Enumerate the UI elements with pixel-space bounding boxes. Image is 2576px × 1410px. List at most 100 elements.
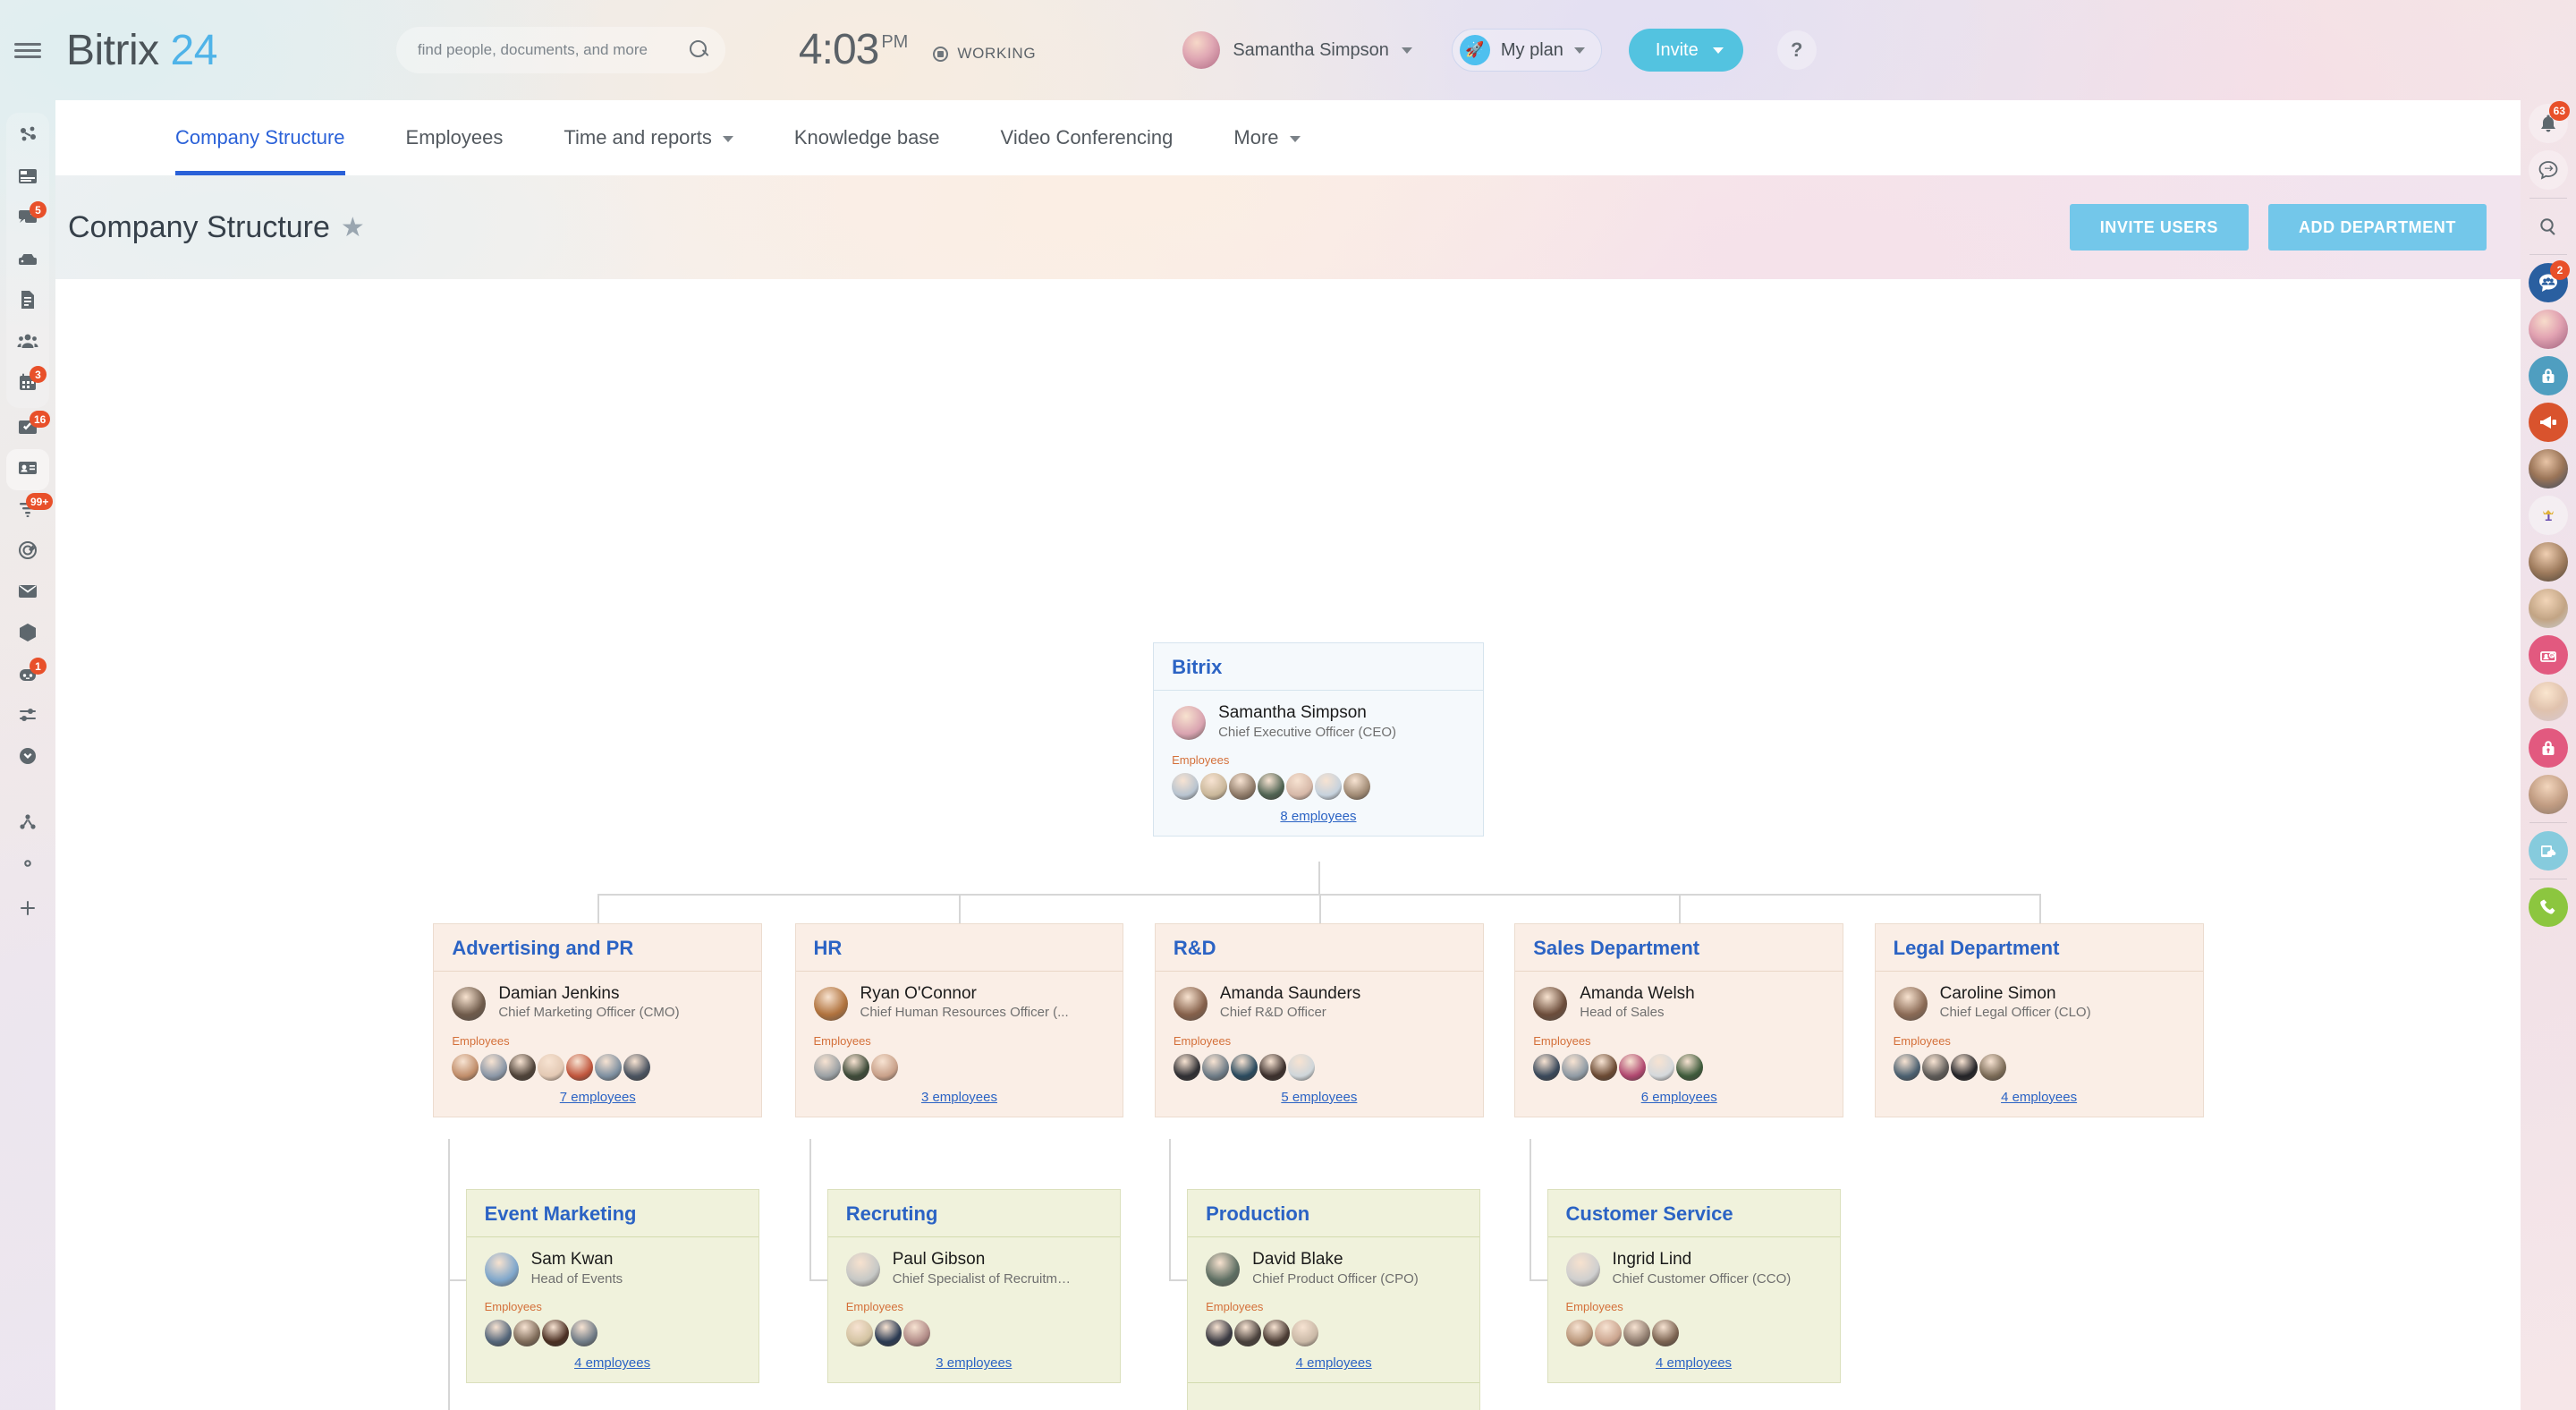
employees-count-link[interactable]: 7 employees <box>560 1090 636 1105</box>
search-input[interactable] <box>418 41 690 59</box>
avatar[interactable] <box>814 1054 841 1081</box>
avatar[interactable] <box>1206 1320 1233 1346</box>
sidebar-item-contacts[interactable] <box>6 449 49 490</box>
avatar[interactable] <box>1619 1054 1646 1081</box>
employees-count-link[interactable]: 6 employees <box>1641 1090 1717 1105</box>
star-icon[interactable]: ★ <box>341 212 365 243</box>
avatar[interactable] <box>1590 1054 1617 1081</box>
avatar[interactable] <box>542 1320 569 1346</box>
avatar[interactable] <box>480 1054 507 1081</box>
right-sidebar-item-bell[interactable]: 63 <box>2521 100 2576 147</box>
sidebar-item-tasks[interactable]: 16 <box>6 408 49 449</box>
avatar[interactable] <box>1286 773 1313 800</box>
right-sidebar-item-lock-pink[interactable] <box>2521 725 2576 771</box>
invite-users-button[interactable]: INVITE USERS <box>2070 204 2249 251</box>
avatar[interactable] <box>1263 1320 1290 1346</box>
avatar[interactable] <box>452 1054 479 1081</box>
right-sidebar-item-avatar-family[interactable] <box>2521 771 2576 818</box>
avatar[interactable] <box>1343 773 1370 800</box>
right-sidebar-item-phone[interactable] <box>2521 884 2576 930</box>
right-sidebar-item-crm[interactable] <box>2521 632 2576 678</box>
avatar[interactable] <box>509 1054 536 1081</box>
avatar[interactable] <box>1676 1054 1703 1081</box>
employees-count-link[interactable]: 3 employees <box>921 1090 997 1105</box>
chevron-down-icon[interactable] <box>1290 136 1301 142</box>
avatar[interactable] <box>1566 1320 1593 1346</box>
org-node-bitrix[interactable]: BitrixSamantha SimpsonChief Executive Of… <box>1153 642 1484 837</box>
employees-count-link[interactable]: 3 employees <box>936 1355 1012 1371</box>
right-sidebar-item-number-one[interactable]: 1 <box>2521 492 2576 539</box>
sidebar-item-target[interactable] <box>6 531 49 573</box>
org-node-customer[interactable]: Customer ServiceIngrid LindChief Custome… <box>1547 1189 1841 1383</box>
avatar[interactable] <box>846 1320 873 1346</box>
avatar[interactable] <box>1234 1320 1261 1346</box>
right-sidebar-item-search[interactable] <box>2521 203 2576 250</box>
org-node-sales[interactable]: Sales DepartmentAmanda WelshHead of Sale… <box>1514 923 1843 1117</box>
work-status[interactable]: WORKING <box>933 45 1036 63</box>
sidebar-item-mail[interactable] <box>6 573 49 614</box>
org-node-hr[interactable]: HRRyan O'ConnorChief Human Resources Off… <box>795 923 1124 1117</box>
avatar[interactable] <box>1623 1320 1650 1346</box>
sidebar-item-network[interactable] <box>6 116 49 157</box>
right-sidebar-item-avatar-man-2[interactable] <box>2521 539 2576 585</box>
sidebar-item-calendar[interactable]: 3 <box>6 363 49 404</box>
right-sidebar-item-lock[interactable] <box>2521 352 2576 399</box>
org-node-advertising[interactable]: Advertising and PRDamian JenkinsChief Ma… <box>433 923 762 1117</box>
org-node-recruiting[interactable]: RecrutingPaul GibsonChief Specialist of … <box>827 1189 1121 1383</box>
department-head[interactable]: Caroline SimonChief Legal Officer (CLO) <box>1894 984 2185 1024</box>
avatar[interactable] <box>1288 1054 1315 1081</box>
avatar[interactable] <box>1200 773 1227 800</box>
sidebar-item-chevron-down-circle[interactable] <box>6 737 49 778</box>
search-icon[interactable] <box>690 40 709 60</box>
org-node-legal[interactable]: Legal DepartmentCaroline SimonChief Lega… <box>1875 923 2204 1117</box>
avatar[interactable] <box>1533 1054 1560 1081</box>
avatar[interactable] <box>513 1320 540 1346</box>
department-head[interactable]: Samantha SimpsonChief Executive Officer … <box>1172 703 1465 743</box>
avatar[interactable] <box>1979 1054 2006 1081</box>
global-search[interactable] <box>396 27 725 73</box>
chevron-down-icon[interactable] <box>1402 47 1412 54</box>
department-head[interactable]: David BlakeChief Product Officer (CPO) <box>1206 1250 1462 1289</box>
sidebar-item-gear[interactable] <box>6 845 49 886</box>
avatar[interactable] <box>1648 1054 1674 1081</box>
right-sidebar-item-group-chat[interactable]: 2 <box>2521 259 2576 306</box>
tab-company-structure[interactable]: Company Structure <box>145 100 376 175</box>
chevron-down-icon[interactable] <box>1713 47 1724 54</box>
user-menu[interactable]: Samantha Simpson <box>1182 31 1412 69</box>
department-head[interactable]: Paul GibsonChief Specialist of Recruitme… <box>846 1250 1102 1289</box>
avatar[interactable] <box>1292 1320 1318 1346</box>
avatar[interactable] <box>1922 1054 1949 1081</box>
sidebar-item-feed[interactable] <box>6 157 49 199</box>
employees-count-link[interactable]: 5 employees <box>1281 1090 1357 1105</box>
employees-count-link[interactable]: 4 employees <box>574 1355 650 1371</box>
right-sidebar-item-avatar-man-3[interactable] <box>2521 585 2576 632</box>
chevron-down-icon[interactable] <box>1574 47 1585 54</box>
avatar[interactable] <box>566 1054 593 1081</box>
sidebar-item-sitemap[interactable] <box>6 803 49 845</box>
avatar[interactable] <box>843 1054 869 1081</box>
chevron-down-icon[interactable] <box>723 136 733 142</box>
invite-button[interactable]: Invite <box>1629 29 1743 72</box>
department-head[interactable]: Amanda WelshHead of Sales <box>1533 984 1825 1024</box>
avatar[interactable] <box>903 1320 930 1346</box>
avatar[interactable] <box>538 1054 564 1081</box>
sidebar-item-sliders[interactable] <box>6 696 49 737</box>
avatar[interactable] <box>1595 1320 1622 1346</box>
employees-count-link[interactable]: 8 employees <box>1280 809 1356 824</box>
right-sidebar-item-megaphone[interactable] <box>2521 399 2576 446</box>
right-sidebar-item-avatar-samantha[interactable] <box>2521 306 2576 352</box>
avatar[interactable] <box>871 1054 898 1081</box>
sidebar-item-chat[interactable]: 5 <box>6 199 49 240</box>
sidebar-item-funnel[interactable]: 99+ <box>6 490 49 531</box>
avatar[interactable] <box>1172 773 1199 800</box>
department-head[interactable]: Sam KwanHead of Events <box>485 1250 741 1289</box>
brand-logo[interactable]: Bitrix 24 <box>66 26 217 75</box>
org-node-event[interactable]: Event MarketingSam KwanHead of EventsEmp… <box>466 1189 759 1383</box>
org-node-production[interactable]: ProductionDavid BlakeChief Product Offic… <box>1187 1189 1480 1410</box>
avatar[interactable] <box>1315 773 1342 800</box>
employees-count-link[interactable]: 4 employees <box>1656 1355 1732 1371</box>
tab-time-and-reports[interactable]: Time and reports <box>533 100 763 175</box>
department-head[interactable]: Amanda SaundersChief R&D Officer <box>1174 984 1465 1024</box>
menu-burger-icon[interactable] <box>0 0 55 100</box>
right-sidebar-item-avatar-man-1[interactable] <box>2521 446 2576 492</box>
